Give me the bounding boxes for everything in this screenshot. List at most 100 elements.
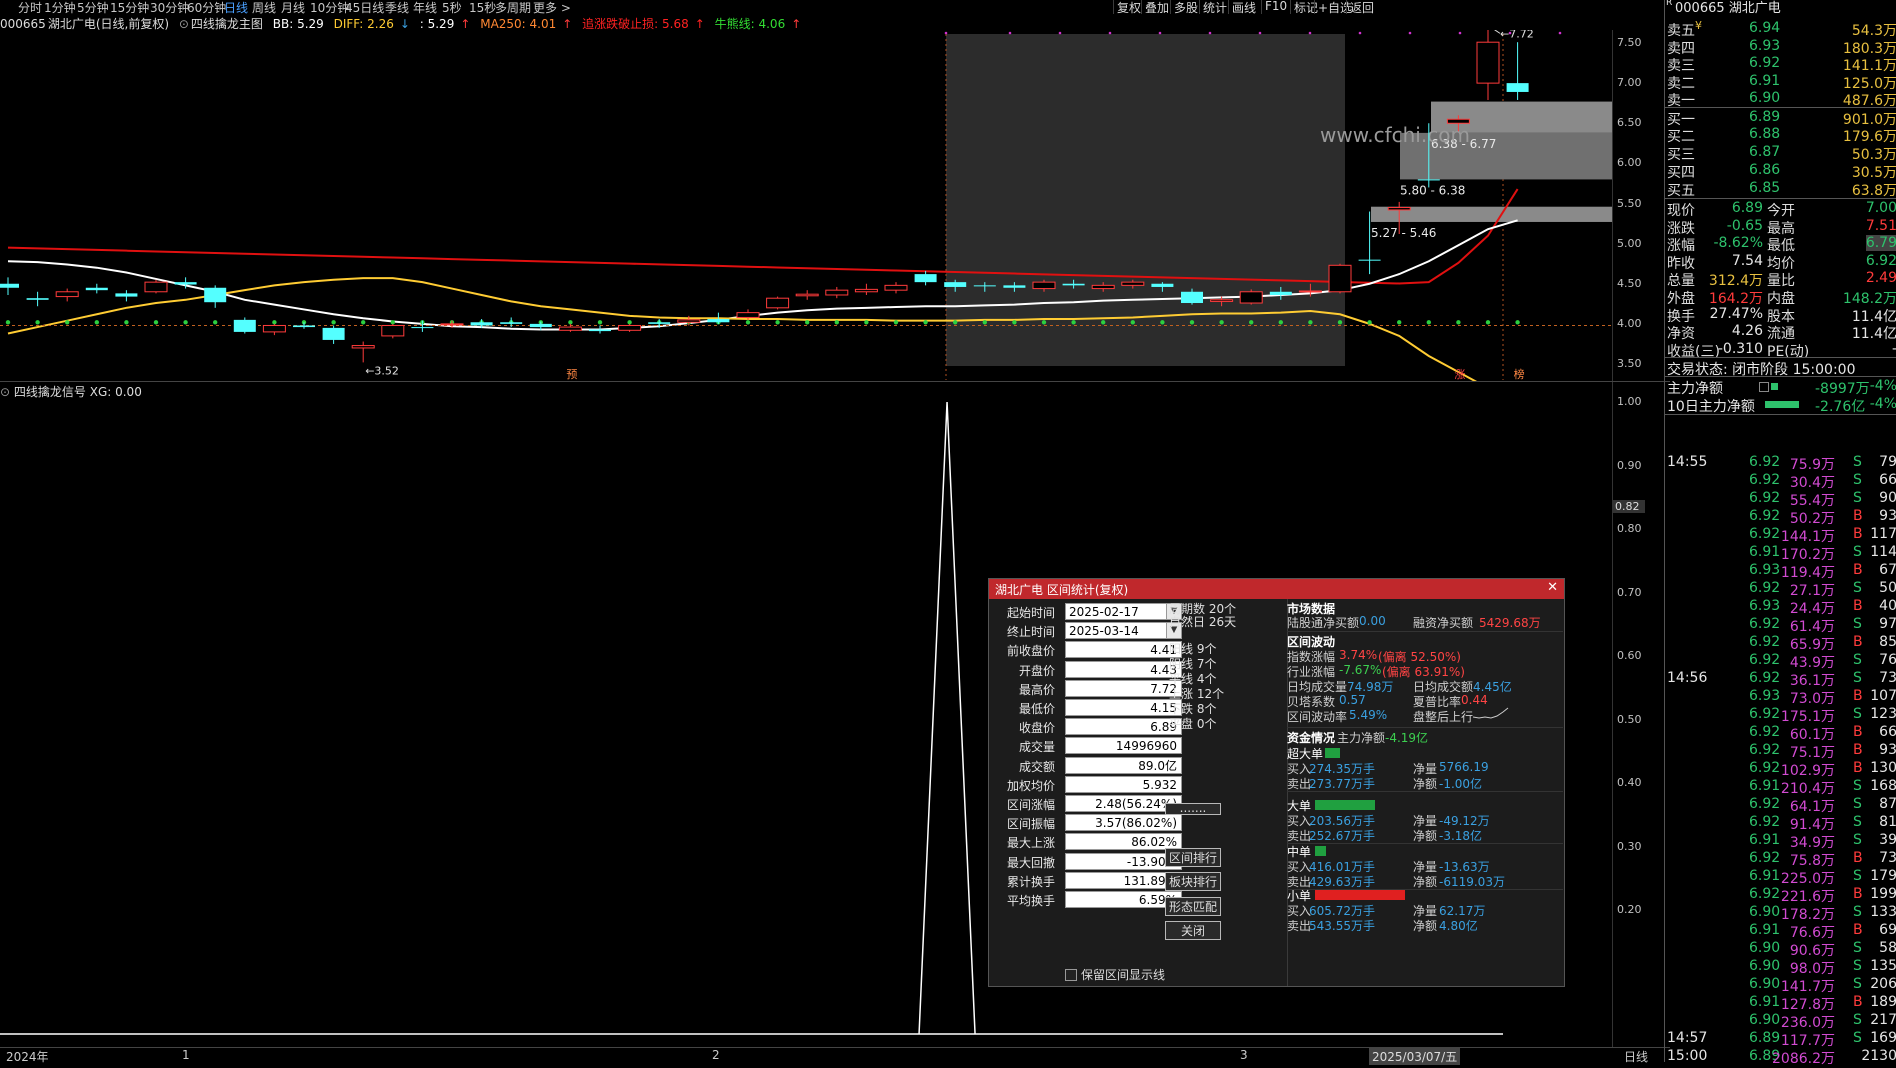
tick-count: 87	[1879, 796, 1896, 812]
tick-count: 179	[1870, 868, 1896, 884]
bullbear-dot	[213, 320, 218, 325]
tool-button-4[interactable]: 画线	[1232, 0, 1256, 16]
period-tab-1[interactable]: 1分钟	[44, 0, 76, 16]
field-label: 平均换手	[1006, 894, 1055, 908]
candle-body	[322, 327, 345, 340]
field-label: 最大回撤	[1006, 855, 1055, 870]
indicator-settings-icon[interactable]: ⊙	[179, 17, 189, 31]
keep-range-checkbox[interactable]	[1065, 969, 1077, 981]
tick-count: 93	[1879, 508, 1896, 524]
field-label: 起始时间	[1006, 606, 1055, 620]
main-net10-bar	[1765, 401, 1799, 408]
period-tab-12[interactable]: 年线	[413, 0, 437, 16]
flow-bar	[1315, 800, 1375, 810]
buy-level-price: 6.86	[1749, 162, 1781, 178]
tool-button-5[interactable]: F10	[1265, 0, 1287, 13]
period-tab-7[interactable]: 周线	[252, 0, 276, 16]
sell-level-vol: 54.3万	[1851, 23, 1896, 39]
quote-label-2: 流通	[1767, 326, 1795, 342]
bullbear-dot	[745, 320, 751, 325]
net-amt-label: 净额	[1413, 875, 1438, 889]
bullbear-dot	[775, 320, 780, 325]
tick-side: S	[1853, 1012, 1862, 1028]
top-dot	[1508, 31, 1512, 35]
tick-side: S	[1853, 616, 1862, 632]
tick-volume: 175.1万	[1780, 709, 1835, 725]
period-tab-6[interactable]: 日线	[224, 0, 248, 16]
top-dot	[1408, 31, 1412, 35]
candlestick-chart[interactable]: 6.38 - 6.775.80 - 6.385.27 - 5.46www.cfc…	[0, 30, 1612, 382]
quote-label-2: 今开	[1767, 203, 1795, 219]
stoploss-value: 追涨跌破止损: 5.68	[582, 17, 689, 31]
tick-volume: 50.2万	[1789, 511, 1835, 527]
tick-side: B	[1853, 688, 1863, 704]
quote-value: -0.310	[1717, 341, 1763, 357]
date-picker[interactable]: 2025-02-17 ▼	[1065, 603, 1182, 620]
main-price-axis: 7.50 7.00 6.50 6.00 5.50 5.00 4.50 4.00 3.50	[1612, 30, 1671, 382]
period-tab-0[interactable]: 分时	[18, 0, 42, 16]
period-tab-9[interactable]: 10分钟	[310, 0, 349, 16]
buy-level-vol: 50.3万	[1851, 147, 1896, 163]
sell-label: 卖出	[1287, 777, 1312, 791]
tick-side: S	[1853, 652, 1862, 668]
candle-body	[55, 291, 79, 298]
dialog-button-0[interactable]: .......	[1165, 802, 1221, 815]
main-y-tick: 4.50	[1617, 276, 1642, 290]
tick-side: B	[1853, 922, 1863, 938]
tool-button-8[interactable]: 返回	[1350, 0, 1374, 16]
candle-body	[854, 288, 878, 293]
tick-count: 135	[1870, 958, 1896, 974]
field-label: 区间振幅	[1006, 817, 1055, 832]
field-value: 3.57(86.02%)	[1065, 814, 1182, 832]
bullbear-dot	[1367, 320, 1372, 325]
tick-side: B	[1853, 886, 1863, 902]
buy-level-label: 买五	[1667, 183, 1695, 199]
tick-count: 58	[1879, 940, 1896, 956]
tool-button-1[interactable]: 叠加	[1145, 0, 1169, 16]
dialog-button-2[interactable]: 板块排行	[1165, 872, 1221, 891]
x-label-2: 2	[712, 1048, 720, 1062]
dialog-titlebar[interactable]: 湖北广电 区间统计(复权) ✕	[989, 579, 1564, 599]
period-tab-5[interactable]: 60分钟	[187, 0, 226, 16]
period-tab-8[interactable]: 月线	[281, 0, 305, 16]
quote-value-2: 2.49	[1865, 270, 1896, 286]
x-label-1: 1	[182, 1048, 190, 1062]
dialog-close-icon[interactable]: ✕	[1547, 580, 1558, 595]
main-net-label: 主力净额	[1667, 381, 1723, 397]
tick-count: 79	[1879, 454, 1896, 470]
field-label: 收盘价	[1018, 721, 1055, 736]
tick-volume: 2086.2万	[1772, 1051, 1835, 1067]
indicator-name[interactable]: 四线擒龙主图	[191, 17, 263, 31]
period-tab-15[interactable]: 多周期	[495, 0, 531, 16]
candle-body	[648, 322, 671, 324]
dialog-button-3[interactable]: 形态匹配	[1165, 897, 1221, 916]
interval-stats-dialog: 湖北广电 区间统计(复权) ✕ 起始时间 2025-02-17 ▼ 终止时间 2025-…	[988, 578, 1565, 987]
main-net10-value: -2.76亿	[1815, 399, 1866, 415]
bullbear-dot	[1337, 320, 1343, 325]
period-tab-3[interactable]: 15分钟	[110, 0, 149, 16]
dialog-button-1[interactable]: 区间排行	[1165, 848, 1221, 867]
tick-count: 76	[1879, 652, 1896, 668]
period-tab-4[interactable]: 30分钟	[150, 0, 189, 16]
buy-level-price: 6.87	[1749, 144, 1781, 160]
tool-button-3[interactable]: 统计	[1203, 0, 1227, 16]
period-tab-10[interactable]: 45日线	[345, 0, 384, 16]
bullbear-dot	[982, 320, 987, 325]
period-tab-13[interactable]: 5秒	[442, 0, 462, 16]
net-amt-label: 净额	[1413, 919, 1438, 933]
dialog-button-4[interactable]: 关闭	[1165, 921, 1221, 940]
tick-side: B	[1853, 634, 1863, 650]
tool-button-2[interactable]: 多股	[1174, 0, 1198, 16]
quote-label-2: PE(动)	[1767, 344, 1810, 360]
date-picker[interactable]: 2025-03-14 ▼	[1065, 622, 1182, 640]
bullbear-dot	[568, 320, 573, 325]
period-tab-16[interactable]: 更多 >	[533, 0, 571, 16]
tool-button-0[interactable]: 复权	[1117, 0, 1141, 16]
buy-level-vol: 30.5万	[1851, 165, 1896, 181]
field-value: 4.43	[1065, 660, 1182, 678]
tick-count: 93	[1879, 742, 1896, 758]
period-tab-14[interactable]: 15秒	[469, 0, 496, 16]
period-tab-11[interactable]: 季线	[385, 0, 409, 16]
candle-body	[1358, 259, 1381, 261]
period-tab-2[interactable]: 5分钟	[77, 0, 109, 16]
